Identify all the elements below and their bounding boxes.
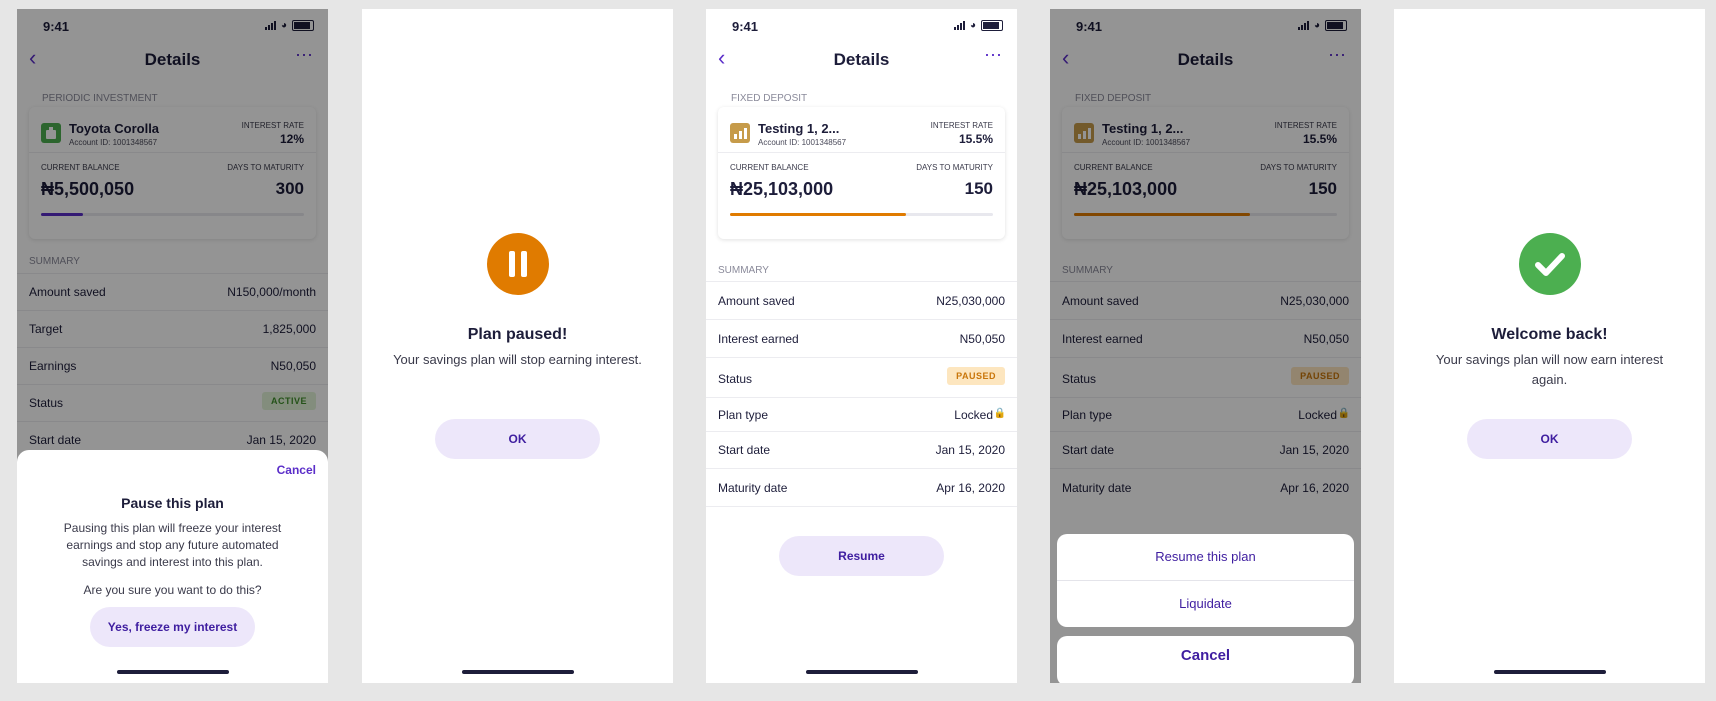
progress-fill bbox=[730, 213, 907, 216]
nav-bar: ‹ Details ⋯ bbox=[706, 45, 1017, 73]
chart-icon bbox=[730, 123, 750, 143]
status-bar: 9:41 ◕ bbox=[706, 9, 1017, 43]
status-badge: PAUSED bbox=[947, 367, 1005, 385]
battery-icon bbox=[981, 20, 1003, 31]
phone-screen-resume-action-sheet: 9:41 ◕ ‹ Details ⋯ FIXED DEPOSIT Testing… bbox=[1050, 9, 1361, 683]
checkmark-icon bbox=[1518, 233, 1581, 295]
plan-card: Testing 1, 2... Account ID: 1001348567 I… bbox=[718, 107, 1005, 239]
resume-plan-option[interactable]: Resume this plan bbox=[1057, 534, 1354, 581]
freeze-interest-button[interactable]: Yes, freeze my interest bbox=[90, 607, 255, 647]
message-body: Your savings plan will now earn interest… bbox=[1435, 352, 1664, 387]
summary-row: Plan type Locked 🔒 bbox=[706, 397, 1017, 431]
row-value: Apr 16, 2020 bbox=[936, 481, 1005, 495]
pause-icon bbox=[486, 233, 549, 295]
status-time: 9:41 bbox=[732, 19, 759, 34]
row-value: Jan 15, 2020 bbox=[935, 443, 1005, 457]
summary-label: SUMMARY bbox=[718, 265, 769, 276]
divider bbox=[718, 152, 1005, 153]
liquidate-option[interactable]: Liquidate bbox=[1057, 581, 1354, 627]
page-title: Details bbox=[833, 50, 890, 69]
phone-screen-pause-sheet: 9:41 ◕ ‹ Details ⋯ PERIODIC INVESTMENT T… bbox=[17, 9, 328, 683]
lock-icon: 🔒 bbox=[993, 408, 1006, 419]
row-key: Amount saved bbox=[718, 294, 795, 308]
account-id: Account ID: 1001348567 bbox=[758, 138, 847, 147]
signal-icon bbox=[953, 21, 965, 30]
plan-name: Testing 1, 2... bbox=[758, 121, 840, 136]
row-key: Maturity date bbox=[718, 481, 788, 495]
ok-button[interactable]: OK bbox=[435, 419, 600, 459]
row-key: Start date bbox=[718, 443, 771, 457]
message-title: Plan paused! bbox=[467, 326, 568, 343]
ellipsis-icon[interactable]: ⋯ bbox=[984, 45, 1003, 66]
pause-bottom-sheet: Cancel Pause this plan Pausing this plan… bbox=[17, 450, 328, 683]
row-key: Plan type bbox=[718, 408, 769, 422]
phone-screen-plan-paused: Plan paused! Your savings plan will stop… bbox=[362, 9, 673, 683]
summary-row: Status PAUSED bbox=[706, 357, 1017, 397]
maturity-progress bbox=[730, 213, 993, 216]
action-sheet: Resume this plan Liquidate bbox=[1057, 534, 1354, 627]
phone-screen-welcome-back: Welcome back! Your savings plan will now… bbox=[1394, 9, 1705, 683]
home-indicator bbox=[116, 670, 229, 674]
summary-row: Amount saved N25,030,000 bbox=[706, 281, 1017, 319]
ok-button[interactable]: OK bbox=[1467, 419, 1632, 459]
wifi-icon: ◕ bbox=[969, 20, 976, 31]
interest-rate-value: 15.5% bbox=[958, 132, 993, 146]
row-value: Locked bbox=[954, 408, 993, 422]
summary-row: Maturity date Apr 16, 2020 bbox=[706, 468, 1017, 507]
status-icons: ◕ bbox=[953, 20, 1003, 31]
message-title: Welcome back! bbox=[1491, 326, 1608, 343]
balance-value: ₦25,103,000 bbox=[730, 179, 834, 199]
phone-screen-details-paused: 9:41 ◕ ‹ Details ⋯ FIXED DEPOSIT Testing… bbox=[706, 9, 1017, 683]
summary-row: Start date Jan 15, 2020 bbox=[706, 431, 1017, 468]
balance-label: CURRENT BALANCE bbox=[730, 163, 809, 172]
home-indicator bbox=[1493, 670, 1606, 674]
home-indicator bbox=[805, 670, 918, 674]
home-indicator bbox=[461, 670, 574, 674]
row-key: Status bbox=[718, 372, 753, 386]
cancel-button[interactable]: Cancel bbox=[1057, 636, 1354, 683]
section-label: FIXED DEPOSIT bbox=[731, 93, 808, 104]
sheet-question: Are you sure you want to do this? bbox=[83, 583, 262, 597]
row-value: N25,030,000 bbox=[936, 294, 1005, 308]
row-value: N50,050 bbox=[959, 332, 1005, 346]
days-label: DAYS TO MATURITY bbox=[916, 163, 993, 172]
sheet-title: Pause this plan bbox=[121, 495, 224, 511]
days-value: 150 bbox=[964, 179, 993, 198]
cancel-button[interactable]: Cancel bbox=[277, 463, 316, 477]
summary-row: Interest earned N50,050 bbox=[706, 319, 1017, 357]
message-body: Your savings plan will stop earning inte… bbox=[393, 352, 642, 367]
interest-rate-label: INTEREST RATE bbox=[930, 121, 993, 130]
row-key: Interest earned bbox=[718, 332, 799, 346]
resume-button[interactable]: Resume bbox=[779, 536, 944, 576]
sheet-body: Pausing this plan will freeze your inter… bbox=[63, 521, 282, 569]
